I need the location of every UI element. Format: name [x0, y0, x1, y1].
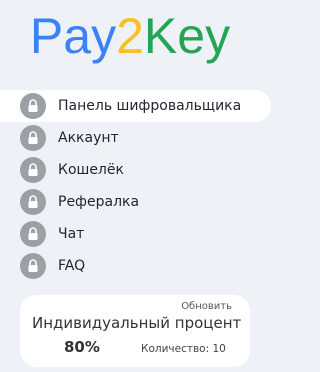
sidebar-menu: Панель шифровальщика Аккаунт Кошелёк Реф…	[0, 90, 271, 282]
sidebar-item-encryptor-panel[interactable]: Панель шифровальщика	[0, 90, 271, 122]
lock-icon	[20, 93, 46, 119]
lock-icon	[20, 189, 46, 215]
quantity-label: Количество: 10	[141, 343, 226, 355]
logo-two: 2	[116, 8, 144, 64]
sidebar-item-wallet[interactable]: Кошелёк	[0, 154, 271, 186]
sidebar-item-label: FAQ	[58, 258, 86, 274]
logo-pay: Pay	[29, 8, 117, 64]
sidebar-item-account[interactable]: Аккаунт	[0, 122, 271, 154]
card-title: Индивидуальный процент	[32, 314, 242, 332]
sidebar-item-faq[interactable]: FAQ	[0, 250, 271, 282]
app-logo: Pay2Key	[0, 8, 260, 64]
lock-icon	[20, 221, 46, 247]
sidebar-item-label: Чат	[58, 226, 85, 242]
sidebar-item-referral[interactable]: Рефералка	[0, 186, 271, 218]
lock-icon	[20, 125, 46, 151]
individual-percent-card: Обновить Индивидуальный процент 80% Коли…	[20, 295, 250, 367]
sidebar-item-label: Рефералка	[58, 194, 140, 210]
sidebar-item-label: Панель шифровальщика	[58, 98, 242, 114]
sidebar-item-label: Кошелёк	[58, 162, 124, 178]
lock-icon	[20, 157, 46, 183]
refresh-link[interactable]: Обновить	[181, 301, 232, 312]
logo-key: Key	[143, 8, 231, 64]
sidebar-item-label: Аккаунт	[58, 130, 119, 146]
sidebar-item-chat[interactable]: Чат	[0, 218, 271, 250]
lock-icon	[20, 253, 46, 279]
percent-value: 80%	[64, 338, 100, 356]
